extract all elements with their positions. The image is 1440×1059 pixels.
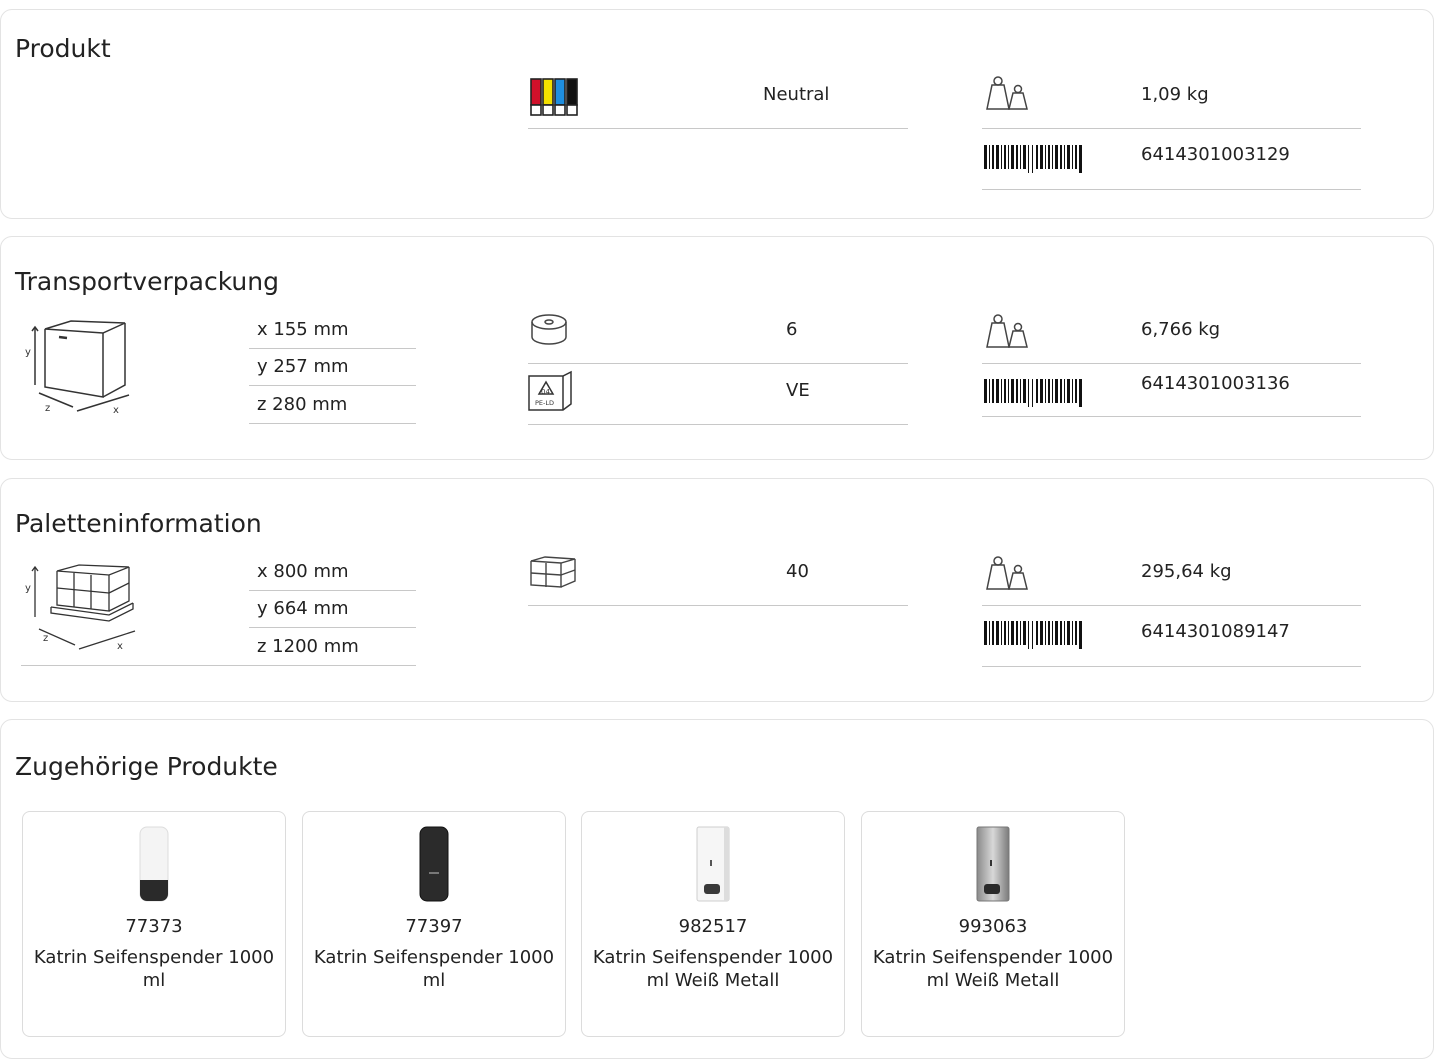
divider — [528, 424, 908, 425]
divider — [249, 385, 416, 386]
svg-text:x: x — [113, 405, 119, 416]
transport-weight: 6,766 kg — [1141, 319, 1221, 340]
roll-icon — [531, 314, 567, 345]
color-markers-icon — [530, 78, 578, 116]
dim-x: x 155 mm — [257, 319, 349, 340]
product-weight: 1,09 kg — [1141, 84, 1209, 105]
palette-ean: 6414301089147 — [1141, 621, 1290, 642]
pe-ld-recycling-icon: 04 PE-LD — [528, 370, 572, 411]
divider — [982, 416, 1361, 417]
soap-dispenser-black-image — [419, 826, 449, 902]
barcode-icon — [984, 621, 1082, 649]
product-id: 982517 — [678, 916, 748, 937]
divider — [982, 128, 1361, 129]
product-id: 77397 — [405, 916, 463, 937]
product-name: Katrin Seifenspender 1000 ml — [33, 947, 275, 991]
product-ean: 6414301003129 — [1141, 144, 1290, 165]
divider — [982, 605, 1361, 606]
dim-y: y 664 mm — [257, 598, 349, 619]
soap-dispenser-white-metal-image — [696, 826, 730, 902]
product-name: Katrin Seifenspender 1000 ml Weiß Metall — [592, 947, 834, 991]
box-dimensions-icon: y z x — [25, 320, 130, 416]
product-id: 77373 — [125, 916, 183, 937]
weight-icon — [986, 314, 1028, 348]
dim-y: y 257 mm — [257, 356, 349, 377]
svg-text:04: 04 — [541, 388, 550, 396]
divider — [249, 590, 416, 591]
related-product-card[interactable]: 77373 Katrin Seifenspender 1000 ml — [22, 811, 286, 1037]
svg-text:PE-LD: PE-LD — [535, 399, 554, 407]
related-title: Zugehörige Produkte — [15, 752, 278, 781]
dim-x: x 800 mm — [257, 561, 349, 582]
divider — [21, 665, 416, 666]
soap-dispenser-white-image — [139, 826, 169, 902]
svg-text:x: x — [117, 641, 123, 652]
related-products-card: Zugehörige Produkte 77373 Katrin Seifens… — [0, 719, 1434, 1059]
palette-quantity: 40 — [786, 561, 809, 582]
color-value: Neutral — [763, 84, 830, 105]
palette-weight: 295,64 kg — [1141, 561, 1232, 582]
divider — [528, 605, 908, 606]
barcode-icon — [984, 379, 1082, 407]
product-name: Katrin Seifenspender 1000 ml — [313, 947, 555, 991]
transport-title: Transportverpackung — [15, 267, 279, 296]
palette-title: Paletteninformation — [15, 509, 262, 538]
divider — [249, 348, 416, 349]
svg-text:z: z — [43, 633, 48, 644]
svg-text:y: y — [25, 583, 31, 594]
boxes-icon — [530, 556, 576, 588]
transport-card: Transportverpackung y z x x 155 mm y 257… — [0, 236, 1434, 460]
transport-ean: 6414301003136 — [1141, 373, 1290, 394]
divider — [249, 627, 416, 628]
divider — [982, 666, 1361, 667]
divider — [982, 363, 1361, 364]
pallet-dimensions-icon: y z x — [25, 564, 136, 652]
svg-text:z: z — [45, 403, 50, 414]
svg-text:y: y — [25, 347, 31, 358]
weight-icon — [986, 556, 1028, 590]
related-product-card[interactable]: 993063 Katrin Seifenspender 1000 ml Weiß… — [861, 811, 1125, 1037]
divider — [982, 189, 1361, 190]
transport-packaging: VE — [786, 380, 810, 401]
produkt-title: Produkt — [15, 34, 111, 63]
dim-z: z 1200 mm — [257, 636, 359, 657]
product-id: 993063 — [958, 916, 1028, 937]
palette-card: Paletteninformation y z x x 800 mm y 664… — [0, 478, 1434, 702]
related-product-card[interactable]: 77397 Katrin Seifenspender 1000 ml — [302, 811, 566, 1037]
barcode-icon — [984, 145, 1082, 173]
related-product-card[interactable]: 982517 Katrin Seifenspender 1000 ml Weiß… — [581, 811, 845, 1037]
dim-z: z 280 mm — [257, 394, 348, 415]
soap-dispenser-steel-image — [976, 826, 1010, 902]
transport-quantity: 6 — [786, 319, 798, 340]
weight-icon — [986, 76, 1028, 110]
product-name: Katrin Seifenspender 1000 ml Weiß Metall — [872, 947, 1114, 991]
divider — [528, 128, 908, 129]
produkt-card: Produkt Neutral 1,09 kg 6414301003129 — [0, 9, 1434, 219]
divider — [528, 363, 908, 364]
divider — [249, 423, 416, 424]
